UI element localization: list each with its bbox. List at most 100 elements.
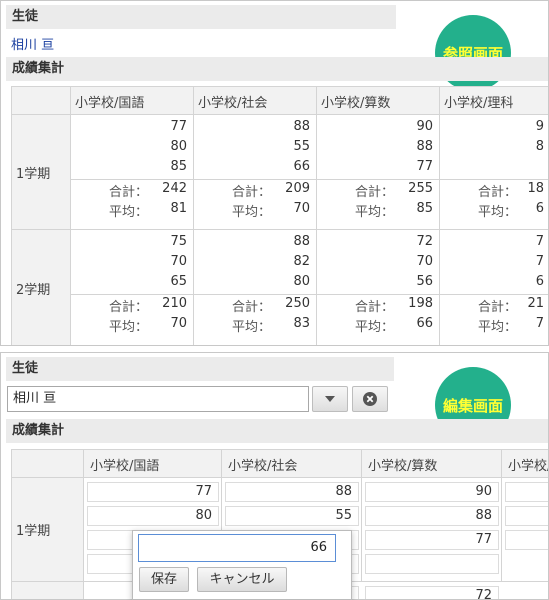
column-header: 小学校/算数 [362,450,502,478]
score-value: 55 [293,139,310,154]
student-section-label: 生徒 [12,361,39,376]
data-cell: 7 7 6 合計： 21 平均： 7 [440,230,548,345]
corner-header [12,87,71,115]
score-value: 8 [535,139,544,154]
cancel-button[interactable]: キャンセル [197,567,287,592]
column-header: 小学校/国語 [71,87,194,115]
grades-section-label: 成績集計 [12,61,65,76]
grades-section-header: 成績集計 [6,57,548,81]
sum-value: 250 [285,296,310,311]
sum-label: 合計： [109,300,149,315]
score-input[interactable]: 80 [87,506,219,526]
sum-value: 18 [527,181,544,196]
score-value: 88 [416,139,433,154]
sum-value: 21 [527,296,544,311]
summary-divider [440,294,548,295]
grades-table: 小学校/国語 小学校/社会 小学校/算数 小学校/理科 1学期 2学期 77 80… [11,86,548,345]
column-header: 小学校/社会 [194,87,317,115]
avg-label: 平均： [232,205,272,220]
caret-down-icon [325,396,335,402]
sum-value: 255 [408,181,433,196]
row-header [12,582,84,599]
sum-label: 合計： [232,185,272,200]
clear-button[interactable] [352,386,388,412]
view-panel: 生徒 相川 亘 参照画面 成績集計 小学校/国語 小学校/社会 小学校/算数 小… [0,0,549,346]
popup-value-input[interactable]: 66 [138,534,336,562]
score-value: 6 [535,274,544,289]
sum-label: 合計： [478,185,518,200]
score-value: 80 [293,274,310,289]
avg-value: 81 [170,201,187,216]
sum-label: 合計： [109,185,149,200]
student-section-label: 生徒 [12,9,39,24]
avg-label: 平均： [355,205,395,220]
score-value: 9 [535,119,544,134]
score-value: 70 [416,254,433,269]
score-input[interactable]: 77 [87,482,219,502]
dropdown-button[interactable] [312,386,348,412]
column-header: 小学校/国語 [84,450,222,478]
summary-divider [71,294,193,295]
score-input[interactable] [505,530,548,550]
sum-label: 合計： [355,185,395,200]
grades-section-label: 成績集計 [12,423,65,438]
avg-label: 平均： [232,320,272,335]
student-name[interactable]: 相川 亘 [11,34,54,53]
score-input[interactable] [505,482,548,502]
score-value: 85 [170,159,187,174]
score-value: 90 [416,119,433,134]
score-value: 7 [535,254,544,269]
avg-value: 70 [293,201,310,216]
avg-label: 平均： [478,320,518,335]
edit-popup: 66 保存 キャンセル [132,530,352,600]
sum-label: 合計： [355,300,395,315]
corner-header [12,450,84,478]
data-cell: 72 70 56 合計： 198 平均： 66 [317,230,440,345]
score-value: 70 [170,254,187,269]
avg-value: 85 [416,201,433,216]
grades-section-header-edit: 成績集計 [6,419,548,443]
student-combo-input[interactable]: 相川 亘 [7,386,309,412]
summary-divider [71,179,193,180]
score-value: 80 [170,139,187,154]
data-cell: 9 8 合計： 18 平均： 6 [440,115,548,230]
column-header: 小学校/理科 [440,87,548,115]
student-section-header-edit: 生徒 [6,357,394,381]
score-input[interactable] [505,506,548,526]
score-input[interactable]: 90 [365,482,499,502]
score-input[interactable]: 55 [225,506,359,526]
score-value: 72 [416,234,433,249]
avg-label: 平均： [109,205,149,220]
summary-divider [194,294,316,295]
score-input[interactable]: 88 [365,506,499,526]
score-value: 77 [170,119,187,134]
summary-divider [440,179,548,180]
score-input[interactable]: 72 [365,586,499,599]
data-cell: 88 82 80 合計： 250 平均： 83 [194,230,317,345]
data-cell: 88 55 66 合計： 209 平均： 70 [194,115,317,230]
row-header: 1学期 [12,478,84,582]
save-button[interactable]: 保存 [139,567,189,592]
summary-divider [194,179,316,180]
summary-divider [317,179,439,180]
score-value: 65 [170,274,187,289]
avg-value: 7 [535,316,544,331]
column-header: 小学校/社会 [222,450,362,478]
avg-label: 平均： [109,320,149,335]
sum-value: 210 [162,296,187,311]
score-value: 88 [293,234,310,249]
avg-value: 66 [416,316,433,331]
score-input[interactable] [365,554,499,574]
avg-value: 6 [535,201,544,216]
score-input[interactable]: 77 [365,530,499,550]
sum-value: 242 [162,181,187,196]
student-section-header: 生徒 [6,5,396,29]
avg-value: 70 [170,316,187,331]
avg-value: 83 [293,316,310,331]
row-header: 2学期 [12,230,71,345]
score-value: 56 [416,274,433,289]
sum-label: 合計： [478,300,518,315]
score-value: 66 [293,159,310,174]
score-value: 82 [293,254,310,269]
score-input[interactable]: 88 [225,482,359,502]
